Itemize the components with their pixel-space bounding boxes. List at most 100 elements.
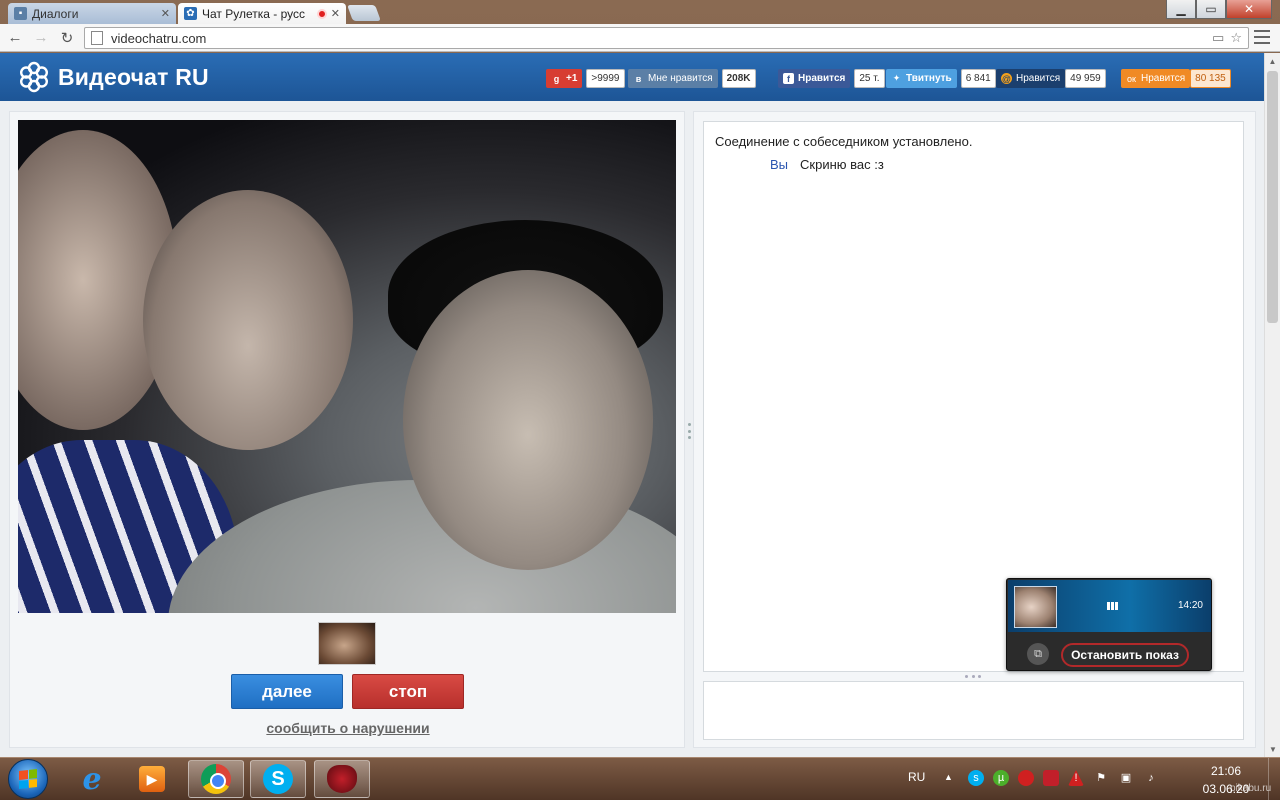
- scroll-down-icon[interactable]: ▼: [1265, 741, 1280, 757]
- bookmark-star-icon[interactable]: ☆: [1230, 30, 1242, 46]
- back-icon[interactable]: ←: [4, 27, 26, 49]
- skype-tray-icon[interactable]: s: [968, 770, 984, 786]
- message-text: Скриню вас :з: [800, 157, 884, 172]
- volume-icon[interactable]: ♪: [1143, 770, 1159, 786]
- tab-dialogs[interactable]: ▪ Диалоги ✕: [8, 3, 176, 24]
- logo-icon: [19, 61, 48, 93]
- odnoklassniki-widget: ок Нравится 80 135: [1121, 69, 1231, 88]
- chat-message: Вы Скриню вас :з: [770, 157, 884, 172]
- share-preview-bar: 14:20: [1008, 580, 1211, 632]
- odnoklassniki-label: Нравится: [1141, 73, 1186, 84]
- panel-resize-handle[interactable]: [687, 423, 691, 439]
- twitter-tweet-button[interactable]: ✦ Твитнуть: [886, 69, 957, 88]
- show-hidden-icons-icon[interactable]: ▲: [944, 772, 953, 782]
- app-tray-icon[interactable]: [1018, 770, 1034, 786]
- utorrent-tray-icon[interactable]: µ: [993, 770, 1009, 786]
- mailru-like-button[interactable]: @ Нравится: [996, 69, 1066, 88]
- mailru-widget: @ Нравится 49 959: [996, 69, 1106, 88]
- facebook-like-button[interactable]: f Нравится: [778, 69, 851, 88]
- fullscreen-icon[interactable]: ⧉: [1027, 643, 1049, 665]
- browser-toolbar: ← → ↻ videochatru.com ▭ ☆: [0, 24, 1280, 52]
- site-header: Видеочат RU g +1 >9999 в Мне нравится 208K…: [0, 53, 1264, 101]
- app-icon: [327, 765, 357, 793]
- odnoklassniki-icon: ок: [1127, 73, 1136, 84]
- facebook-icon: f: [783, 73, 794, 84]
- scroll-thumb[interactable]: [1267, 71, 1278, 323]
- site-favicon-icon: ✿: [184, 7, 197, 20]
- next-button[interactable]: далее: [231, 674, 343, 709]
- system-message: Соединение с собеседником установлено.: [715, 134, 973, 149]
- minimize-button[interactable]: ▁: [1166, 0, 1196, 19]
- video-panel: далее стоп сообщить о нарушении: [9, 111, 685, 748]
- window-controls: ▁ ▭ ✕: [1166, 0, 1272, 19]
- facebook-count: 25 т.: [854, 69, 885, 88]
- chrome-icon: [201, 764, 231, 794]
- page-scrollbar[interactable]: ▲ ▼: [1264, 53, 1280, 757]
- signal-bars-icon: [1107, 602, 1118, 610]
- gplus-icon: g: [553, 73, 560, 84]
- vk-label: Мне нравится: [648, 73, 713, 84]
- url-text[interactable]: videochatru.com: [111, 31, 1212, 46]
- share-contact-thumbnail: [1014, 586, 1057, 628]
- tab-close-icon[interactable]: ✕: [161, 7, 170, 20]
- stop-button[interactable]: стоп: [352, 674, 464, 709]
- gplus-widget: g +1 >9999: [546, 69, 625, 88]
- address-bar[interactable]: videochatru.com ▭ ☆: [84, 27, 1249, 49]
- vk-like-button[interactable]: в Мне нравится: [628, 69, 718, 88]
- tab-close-icon[interactable]: ✕: [331, 7, 340, 20]
- twitter-label: Твитнуть: [906, 73, 952, 84]
- gplus-count: >9999: [586, 69, 625, 88]
- message-author: Вы: [770, 157, 789, 172]
- close-window-button[interactable]: ✕: [1226, 0, 1272, 19]
- taskbar: e ▶ S RU ▲ s µ ! ⚑ ▣ ♪ 21:06 03.06.20: [0, 757, 1280, 800]
- gplus-button[interactable]: g +1: [546, 69, 583, 88]
- media-player-icon: ▶: [139, 766, 165, 792]
- chat-input[interactable]: [703, 681, 1244, 740]
- internet-explorer-icon: e: [82, 761, 102, 797]
- camera-icon[interactable]: ▭: [1212, 30, 1224, 46]
- stop-sharing-button[interactable]: Остановить показ: [1061, 643, 1189, 667]
- gplus-label: +1: [566, 73, 578, 84]
- clock-time: 21:06: [1210, 764, 1242, 778]
- internet-explorer-taskbar-button[interactable]: e: [64, 760, 120, 798]
- app-tray-icon[interactable]: [1043, 770, 1059, 786]
- reload-icon[interactable]: ↻: [56, 27, 78, 49]
- report-violation-link[interactable]: сообщить о нарушении: [10, 720, 686, 736]
- watermark: pikabu.ru: [1230, 783, 1272, 794]
- media-player-taskbar-button[interactable]: ▶: [124, 760, 180, 798]
- chat-resize-handle[interactable]: [965, 675, 981, 679]
- self-camera-preview: [318, 622, 376, 665]
- windows-logo-icon: [19, 769, 37, 789]
- app-taskbar-button[interactable]: [314, 760, 370, 798]
- partner-video: [18, 120, 676, 613]
- vk-icon: в: [635, 73, 642, 84]
- vk-widget: в Мне нравится 208K: [628, 69, 756, 88]
- maximize-button[interactable]: ▭: [1196, 0, 1226, 19]
- action-center-flag-icon[interactable]: ⚑: [1093, 770, 1109, 786]
- chrome-taskbar-button[interactable]: [188, 760, 244, 798]
- twitter-bird-icon: ✦: [892, 73, 901, 83]
- skype-icon: S: [263, 764, 293, 794]
- facebook-label: Нравится: [798, 73, 846, 84]
- warning-icon[interactable]: !: [1068, 770, 1084, 786]
- facebook-widget: f Нравится 25 т.: [778, 69, 885, 88]
- odnoklassniki-like-button[interactable]: ок Нравится: [1121, 69, 1191, 88]
- tab-chat-roulette[interactable]: ✿ Чат Рулетка - русс ✕: [178, 3, 346, 24]
- scroll-up-icon[interactable]: ▲: [1265, 53, 1280, 69]
- site-logo[interactable]: Видеочат RU: [18, 61, 209, 93]
- new-tab-button[interactable]: [347, 5, 381, 21]
- video-figure: [143, 190, 353, 450]
- mailru-at-icon: @: [1001, 73, 1012, 84]
- screen-share-widget: 14:20 ⧉ Остановить показ: [1006, 578, 1212, 671]
- vk-favicon-icon: ▪: [14, 7, 27, 20]
- skype-taskbar-button[interactable]: S: [250, 760, 306, 798]
- start-button[interactable]: [8, 759, 48, 799]
- tab-title: Диалоги: [32, 6, 79, 21]
- forward-icon[interactable]: →: [30, 27, 52, 49]
- twitter-widget: ✦ Твитнуть 6 841: [886, 69, 996, 88]
- browser-menu-icon[interactable]: [1254, 30, 1270, 44]
- network-icon[interactable]: ▣: [1118, 770, 1134, 786]
- video-figure: [403, 270, 653, 570]
- language-indicator[interactable]: RU: [908, 770, 925, 784]
- recording-icon: [316, 8, 327, 19]
